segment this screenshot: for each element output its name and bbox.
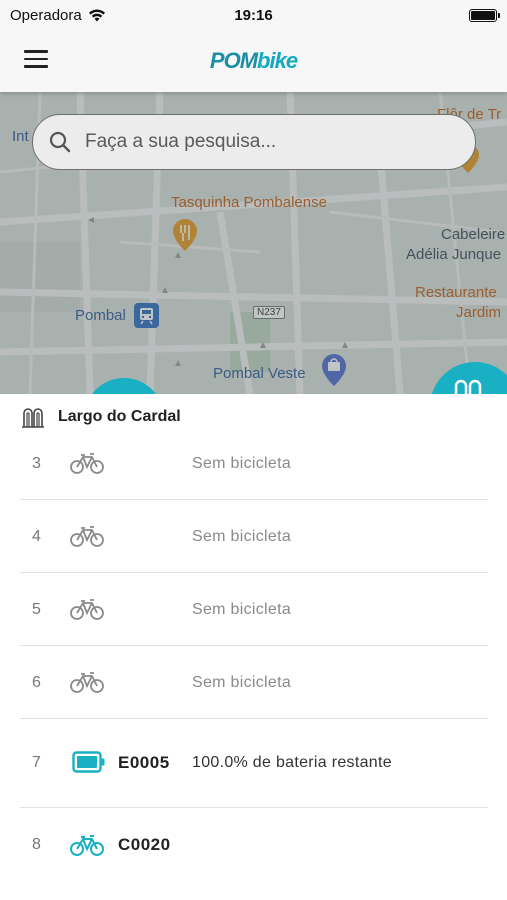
slot-row[interactable]: 6 Sem bicicleta [20,646,488,719]
wifi-icon [88,9,105,21]
map-label-tasquinha: Tasquinha Pombalense [171,194,327,211]
map-label-cabeleireiro-2: Adélia Junque [406,246,502,263]
slot-number: 5 [32,601,41,618]
status-bar: Operadora 19:16 [0,0,507,30]
app-header: POMbike [0,30,507,92]
logo-text-bike: bike [257,48,298,73]
map-label-pombal: Pombal [75,307,126,324]
map-label-restaurante-2: Jardim [456,304,502,321]
search-input[interactable] [85,131,445,153]
slot-status: Sem bicicleta [192,455,292,472]
slot-row[interactable]: 4 Sem bicicleta [20,500,488,573]
station-sheet: Largo do Cardal 3 Sem bicicleta 4 Sem bi… [0,394,507,900]
bicycle-icon [70,453,104,474]
bicycle-icon [70,835,104,856]
slot-row[interactable]: 7 E0005 100.0% de bateria restante [20,719,488,808]
battery-status-icon [469,8,500,22]
logo-text-pom: POM [209,48,258,73]
bicycle-icon [70,599,104,620]
carrier-label: Operadora [10,6,82,24]
bike-rack-icon [22,408,44,428]
station-name: Largo do Cardal [58,408,181,425]
app-logo: POMbike [0,48,507,74]
slot-status: Sem bicicleta [192,528,292,545]
map-label-pombal-veste: Pombal Veste [213,365,306,382]
battery-status: 100.0% de bateria restante [192,754,392,771]
battery-icon [72,751,105,773]
slot-number: 8 [32,836,41,853]
slot-row[interactable]: 8 C0020 [20,808,488,882]
slot-row[interactable]: 3 Sem bicicleta [20,434,488,500]
train-station-icon [134,303,159,328]
search-icon [49,131,71,153]
slot-list: 3 Sem bicicleta 4 Sem bicicleta 5 Sem bi… [20,434,488,882]
search-bar[interactable] [32,114,476,170]
slot-number: 6 [32,674,41,691]
app-screen: Operadora 19:16 POMbike Tasquinha Pombal… [0,0,507,900]
map-label-top-left: Int [12,128,29,145]
slot-row[interactable]: 5 Sem bicicleta [20,573,488,646]
station-header: Largo do Cardal [20,406,181,428]
bicycle-icon [70,526,104,547]
slot-status: Sem bicicleta [192,674,292,691]
bike-code: E0005 [118,753,170,772]
slot-number: 3 [32,455,41,472]
slot-number: 4 [32,528,41,545]
bicycle-icon [70,672,104,693]
bike-code: C0020 [118,835,171,854]
map-label-cabeleireiro-1: Cabeleire [441,226,506,243]
slot-number: 7 [32,754,41,771]
map-label-restaurante-1: Restaurante [415,284,497,301]
slot-status: Sem bicicleta [192,601,292,618]
bike-rack-icon [454,379,482,394]
map-label-road: N237 [253,306,285,319]
